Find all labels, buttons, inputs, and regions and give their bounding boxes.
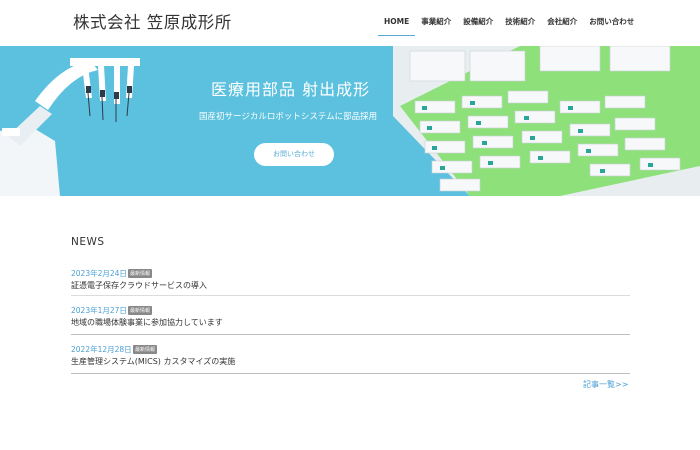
news-badge: 最新情報 xyxy=(133,345,158,354)
news-title-link[interactable]: 証憑電子保存クラウドサービスの導入 xyxy=(71,280,207,291)
news-item[interactable]: 2022年12月28日 最新情報 生産管理システム(MICS) カスタマイズの実… xyxy=(71,344,630,374)
nav-equipment[interactable]: 設備紹介 xyxy=(457,0,499,36)
hero-title: 医療用部品 射出成形 xyxy=(211,80,371,99)
news-heading: NEWS xyxy=(71,236,105,248)
news-date: 2022年12月28日 xyxy=(71,345,132,354)
site-logo[interactable]: 株式会社 笠原成形所 xyxy=(73,9,232,33)
news-divider xyxy=(71,373,630,374)
news-title-link[interactable]: 地域の職場体験事業に参加協力しています xyxy=(71,317,223,328)
site-header: 株式会社 笠原成形所 HOME 事業紹介 設備紹介 技術紹介 会社紹介 お問い合… xyxy=(0,0,700,46)
news-title-link[interactable]: 生産管理システム(MICS) カスタマイズの実施 xyxy=(71,356,235,367)
nav-business[interactable]: 事業紹介 xyxy=(415,0,457,36)
hero-subtitle: 国産初サージカルロボットシステムに部品採用 xyxy=(199,112,378,122)
news-badge: 最新情報 xyxy=(128,306,153,315)
nav-company[interactable]: 会社紹介 xyxy=(541,0,583,36)
news-date: 2023年1月27日 xyxy=(71,306,127,315)
news-divider xyxy=(71,295,630,296)
main-nav: HOME 事業紹介 設備紹介 技術紹介 会社紹介 お問い合わせ xyxy=(378,0,640,46)
factory-illustration xyxy=(393,46,700,196)
contact-button[interactable]: お問い合わせ xyxy=(254,143,334,166)
news-date: 2023年2月24日 xyxy=(71,269,127,278)
view-all-news-link[interactable]: 記事一覧>> xyxy=(583,379,628,390)
nav-home[interactable]: HOME xyxy=(378,0,416,36)
news-item[interactable]: 2023年1月27日 最新情報 地域の職場体験事業に参加協力しています xyxy=(71,305,630,335)
nav-contact[interactable]: お問い合わせ xyxy=(583,0,640,36)
surgical-robot-illustration xyxy=(0,58,140,196)
news-item[interactable]: 2023年2月24日 最新情報 証憑電子保存クラウドサービスの導入 xyxy=(71,268,630,298)
news-badge: 最新情報 xyxy=(128,269,153,278)
news-divider xyxy=(71,334,630,335)
nav-technology[interactable]: 技術紹介 xyxy=(499,0,541,36)
hero-banner: 医療用部品 射出成形 国産初サージカルロボットシステムに部品採用 お問い合わせ xyxy=(0,46,700,196)
